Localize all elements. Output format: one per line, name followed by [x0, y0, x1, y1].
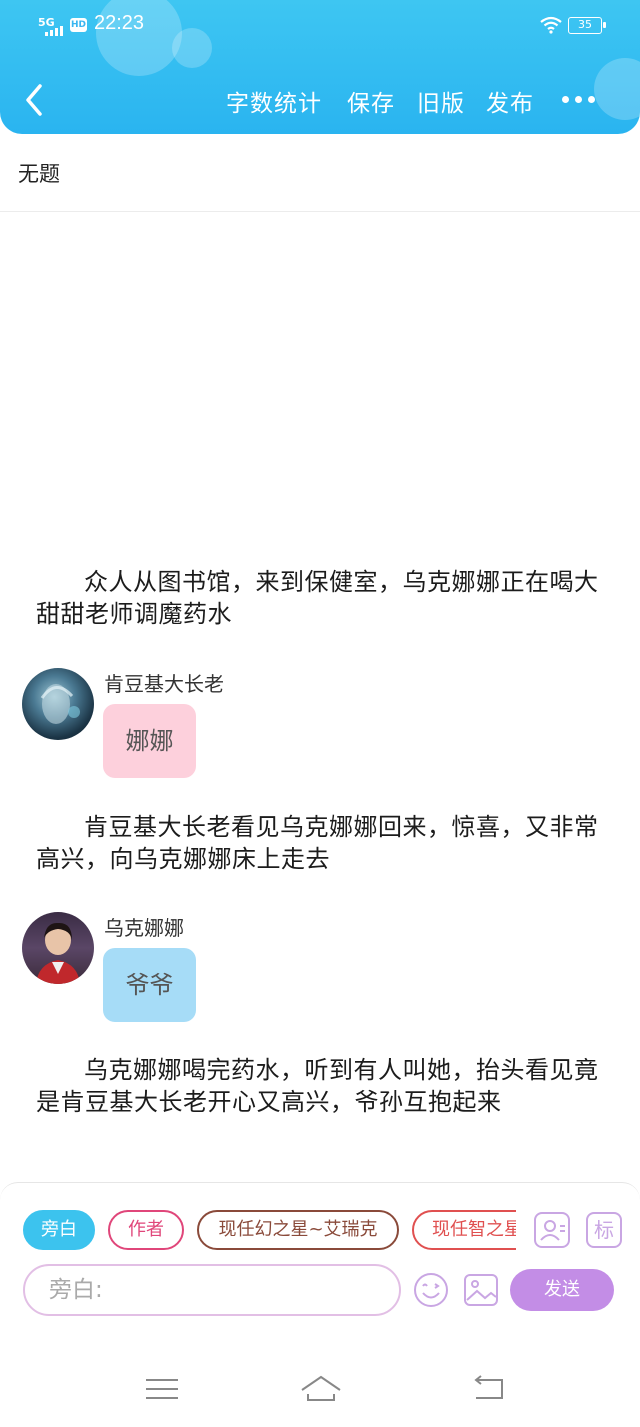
home-icon[interactable] — [300, 1374, 342, 1404]
narration-paragraph: 众人从图书馆，来到保健室，乌克娜娜正在喝大甜甜老师调魔药水 — [36, 568, 599, 628]
dialogue-entry: 乌克娜娜 爷爷 — [0, 912, 640, 1032]
avatar-image — [40, 684, 80, 724]
publish-button[interactable]: 发布 — [486, 84, 534, 118]
menu-icon[interactable] — [142, 1374, 182, 1404]
role-chip-clip: 现任智之星~ — [412, 1210, 516, 1250]
wifi-icon — [540, 16, 562, 34]
send-button[interactable]: 发送 — [510, 1269, 614, 1311]
emoji-icon[interactable] — [413, 1272, 449, 1308]
title-row[interactable]: 无题 — [0, 134, 640, 212]
old-version-button[interactable]: 旧版 — [417, 84, 465, 118]
header-actions: 字数统计 保存 旧版 发布 — [0, 84, 640, 120]
system-navbar — [0, 1322, 640, 1427]
more-menu-icon[interactable] — [562, 96, 595, 103]
role-chip-eric[interactable]: 现任幻之星~艾瑞克 — [197, 1210, 399, 1250]
speaker-name: 乌克娜娜 — [104, 916, 184, 940]
back-icon[interactable] — [470, 1374, 510, 1404]
save-button[interactable]: 保存 — [347, 84, 395, 118]
narration-paragraph: 乌克娜娜喝完药水，听到有人叫她，抬头看见竟是肯豆基大长老开心又高兴，爷孙互抱起来 — [36, 1056, 599, 1116]
top-header: 5G HD 22:23 35 字数统计 保存 旧版 发布 — [0, 0, 640, 134]
status-bar: 5G HD 22:23 35 — [0, 10, 640, 40]
dialogue-bubble[interactable]: 娜娜 — [103, 704, 196, 778]
avatar[interactable] — [22, 912, 94, 984]
clock: 22:23 — [94, 12, 145, 34]
message-input[interactable]: 旁白: — [23, 1264, 401, 1316]
hd-badge: HD — [70, 18, 87, 32]
avatar-image — [36, 922, 80, 984]
role-chip-wisdom-star[interactable]: 现任智之星~ — [412, 1210, 516, 1250]
battery-icon: 35 — [568, 17, 606, 34]
image-icon[interactable] — [463, 1272, 499, 1308]
avatar[interactable] — [22, 668, 94, 740]
role-chip-narrator[interactable]: 旁白 — [23, 1210, 95, 1250]
story-title: 无题 — [18, 162, 60, 186]
person-card-icon — [540, 1220, 565, 1241]
word-count-button[interactable]: 字数统计 — [226, 84, 322, 118]
dialogue-bubble[interactable]: 爷爷 — [103, 948, 196, 1022]
tag-button[interactable]: 标 — [586, 1212, 622, 1248]
signal-icon — [45, 26, 63, 36]
narration-paragraph: 肯豆基大长老看见乌克娜娜回来，惊喜，又非常高兴，向乌克娜娜床上走去 — [36, 813, 599, 873]
character-card-button[interactable] — [534, 1212, 570, 1248]
role-chip-author[interactable]: 作者 — [108, 1210, 184, 1250]
speaker-name: 肯豆基大长老 — [104, 672, 224, 696]
dialogue-entry: 肯豆基大长老 娜娜 — [0, 668, 640, 788]
